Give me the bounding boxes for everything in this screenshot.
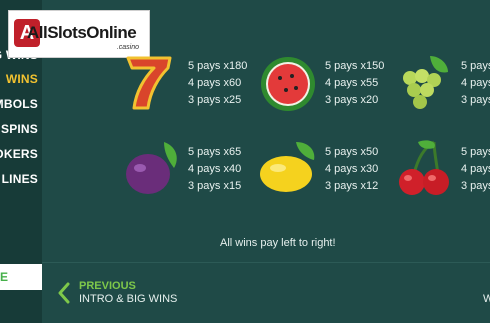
- pay-line: 4 pays x40: [188, 163, 242, 175]
- footer-divider: [42, 262, 490, 263]
- pay-line: 5 pays: [461, 60, 490, 72]
- pay-line: 3 pays: [461, 94, 490, 106]
- grapes-icon: [403, 56, 448, 109]
- sidebar-item-symbols[interactable]: SYMBOLS: [0, 97, 38, 111]
- pay-line: 5 pays x50: [325, 146, 379, 158]
- pay-line: 5 pays: [461, 146, 490, 158]
- logo-text: AllSlotsOnline: [27, 23, 137, 42]
- previous-label: PREVIOUS: [79, 280, 136, 292]
- pay-table-cherries: 5 pays 4 pays 3 pays: [461, 144, 490, 195]
- pay-line: 4 pays: [461, 163, 490, 175]
- casino-logo: A AllSlotsOnline .casino: [8, 10, 150, 58]
- previous-subtitle: INTRO & BIG WINS: [79, 293, 178, 305]
- pay-line: 3 pays: [461, 180, 490, 192]
- sidebar-item-win-lines[interactable]: N LINES: [0, 172, 38, 186]
- pay-line: 5 pays x65: [188, 146, 242, 158]
- pay-line: 4 pays x30: [325, 163, 379, 175]
- pay-line: 5 pays x180: [188, 60, 248, 72]
- pay-table-watermelon: 5 pays x150 4 pays x55 3 pays x20: [325, 58, 384, 109]
- pay-table-plum: 5 pays x65 4 pays x40 3 pays x15: [188, 144, 241, 195]
- pay-line: 5 pays x150: [325, 60, 385, 72]
- sidebar-item-free-spins[interactable]: E SPINS: [0, 122, 38, 136]
- pay-line: 3 pays x12: [325, 180, 379, 192]
- next-page-button[interactable]: W: [483, 293, 490, 305]
- pay-table-lemon: 5 pays x50 4 pays x30 3 pays x12: [325, 144, 378, 195]
- pay-line: 3 pays x25: [188, 94, 242, 106]
- pay-line: 4 pays: [461, 77, 490, 89]
- pay-line: 3 pays x20: [325, 94, 379, 106]
- wins-direction-note: All wins pay left to right!: [220, 237, 336, 249]
- seven-icon: [126, 56, 172, 110]
- plum-icon: [126, 142, 177, 194]
- cherries-icon: [399, 140, 449, 195]
- chevron-left-icon: [58, 282, 70, 304]
- pay-table-grapes: 5 pays 4 pays 3 pays: [461, 58, 490, 109]
- sidebar-item-jokers[interactable]: JOKERS: [0, 147, 38, 161]
- lemon-icon: [260, 142, 315, 192]
- pay-line: 3 pays x15: [188, 180, 242, 192]
- sidebar-bottom-label: E: [0, 270, 9, 284]
- pay-line: 4 pays x60: [188, 77, 242, 89]
- logo-subtext: .casino: [116, 44, 139, 51]
- pay-line: 4 pays x55: [325, 77, 379, 89]
- pay-table-seven: 5 pays x180 4 pays x60 3 pays x25: [188, 58, 247, 109]
- watermelon-icon: [261, 57, 315, 111]
- sidebar-item-wins[interactable]: WINS: [6, 72, 38, 86]
- sidebar-bottom-button[interactable]: E: [0, 264, 42, 290]
